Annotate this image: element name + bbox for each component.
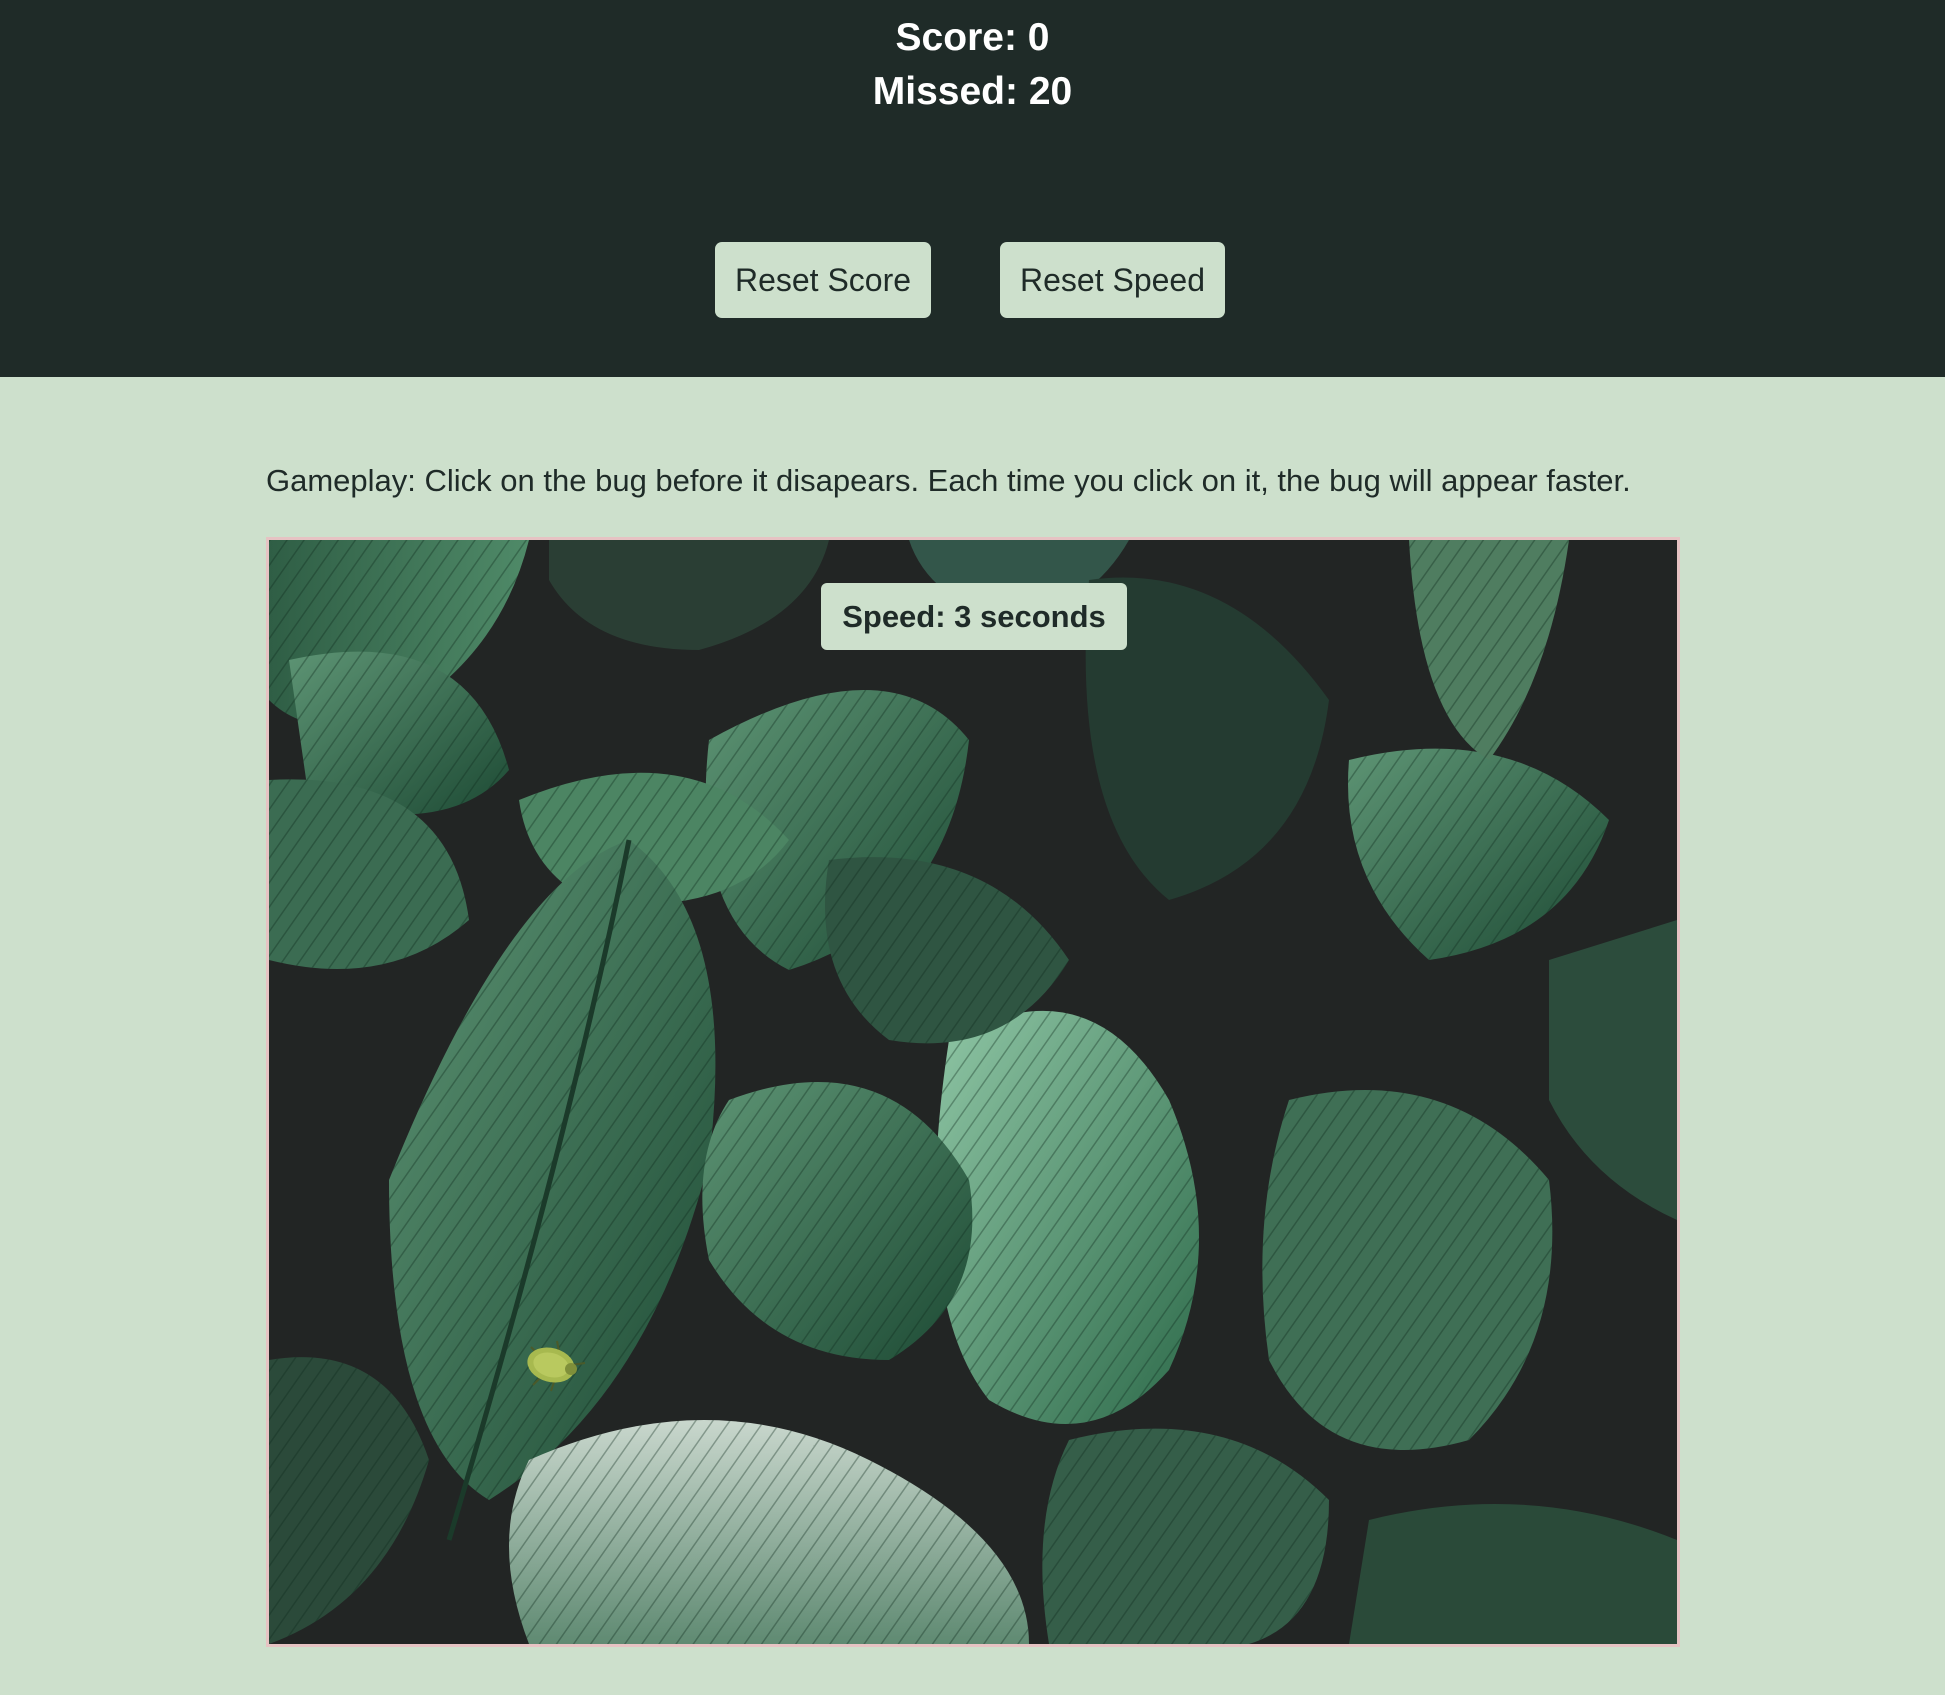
reset-score-button[interactable]: Reset Score [715,242,931,318]
reset-speed-button[interactable]: Reset Speed [1000,242,1225,318]
score-display: Score: 0 [895,16,1050,59]
bug-target[interactable] [513,1335,593,1395]
header-bar: Score: 0 Missed: 20 Reset Score Reset Sp… [0,0,1945,377]
game-area[interactable]: Speed: 3 seconds [266,537,1680,1647]
speed-badge: Speed: 3 seconds [821,583,1127,650]
leaves-background-image [269,540,1677,1644]
missed-display: Missed: 20 [872,70,1073,113]
bug-icon [527,1340,586,1392]
gameplay-instructions: Gameplay: Click on the bug before it dis… [266,463,1631,498]
